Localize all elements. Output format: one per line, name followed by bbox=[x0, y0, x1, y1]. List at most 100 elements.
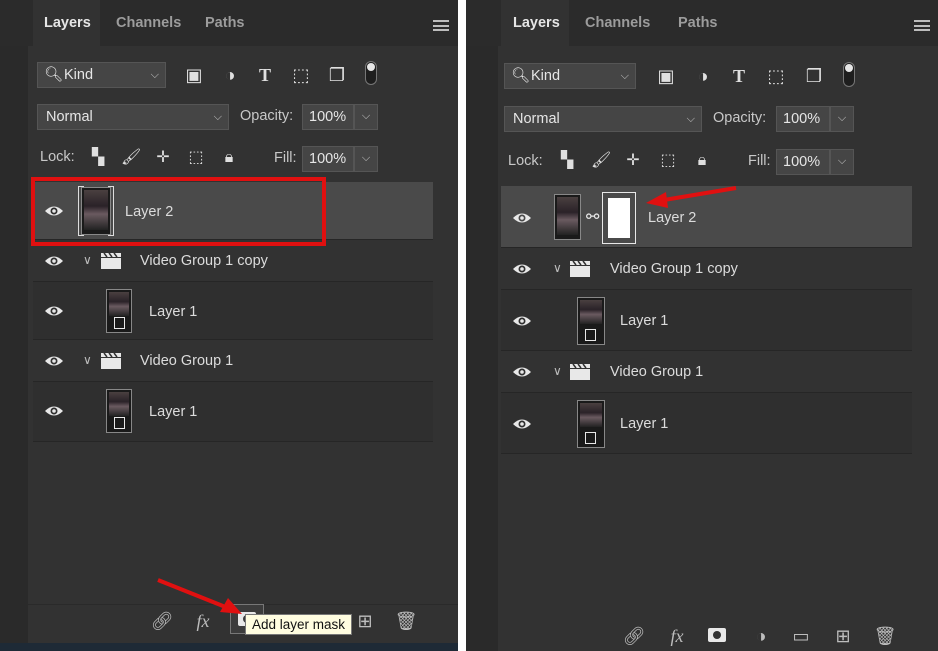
video-group-icon bbox=[570, 260, 590, 277]
type-filter-icon[interactable]: T bbox=[254, 64, 276, 86]
fill-label: Fill: bbox=[748, 153, 771, 169]
lock-paint-icon[interactable]: 🖌︎ bbox=[591, 151, 611, 171]
lock-all-icon[interactable]: 🔒︎ bbox=[692, 151, 712, 171]
adjustment-filter-icon[interactable]: ◑ bbox=[692, 65, 714, 87]
adjustment-filter-icon[interactable]: ◑ bbox=[219, 64, 241, 86]
panel-tabs: Layers Channels Paths bbox=[466, 0, 938, 46]
fill-dropdown-button[interactable]: ⌵ bbox=[354, 146, 378, 172]
opacity-dropdown-button[interactable]: ⌵ bbox=[354, 104, 378, 130]
chevron-down-icon: ⌵ bbox=[686, 113, 695, 125]
panel-menu-icon[interactable] bbox=[914, 20, 930, 31]
panel-side-strip bbox=[0, 0, 28, 651]
filter-toggle[interactable] bbox=[365, 61, 377, 85]
filter-kind-select[interactable]: 🔍︎ Kind ⌵ bbox=[504, 63, 636, 89]
chevron-down-icon[interactable]: ∨ bbox=[553, 364, 562, 378]
fill-input[interactable]: 100% bbox=[302, 146, 354, 172]
adjustment-icon[interactable]: ◑ bbox=[749, 624, 773, 648]
chevron-down-icon[interactable]: ∨ bbox=[83, 353, 92, 367]
layer-name[interactable]: Layer 1 bbox=[620, 416, 668, 432]
smart-object-filter-icon[interactable]: ❐ bbox=[803, 65, 825, 87]
trash-icon[interactable]: 🗑︎ bbox=[394, 609, 418, 633]
new-layer-icon[interactable]: ⊞ bbox=[831, 624, 855, 648]
blend-mode-select[interactable]: Normal ⌵ bbox=[37, 104, 229, 130]
visibility-eye-icon[interactable] bbox=[512, 314, 532, 328]
lock-label: Lock: bbox=[40, 149, 75, 165]
lock-artboard-icon[interactable]: ⬚ bbox=[186, 148, 206, 168]
tab-channels[interactable]: Channels bbox=[585, 0, 650, 46]
layer-row-video-group-1[interactable]: ∨ Video Group 1 bbox=[501, 351, 912, 393]
opacity-input[interactable]: 100% bbox=[776, 106, 830, 132]
trash-icon[interactable]: 🗑︎ bbox=[873, 624, 897, 648]
lock-position-icon[interactable]: ✛ bbox=[153, 148, 173, 168]
chevron-down-icon: ⌵ bbox=[150, 69, 159, 81]
layer-row-video-group-1[interactable]: ∨ Video Group 1 bbox=[33, 340, 433, 382]
layer-name[interactable]: Layer 1 bbox=[149, 304, 197, 320]
filter-kind-select[interactable]: 🔍︎ Kind ⌵ bbox=[37, 62, 166, 88]
layer-row-layer-1[interactable]: Layer 1 bbox=[501, 290, 912, 351]
layer-name[interactable]: Layer 1 bbox=[620, 313, 668, 329]
layer-row-layer-1[interactable]: Layer 1 bbox=[33, 282, 433, 340]
visibility-eye-icon[interactable] bbox=[512, 365, 532, 379]
layer-name[interactable]: Video Group 1 copy bbox=[610, 261, 738, 277]
opacity-input[interactable]: 100% bbox=[302, 104, 354, 130]
visibility-eye-icon[interactable] bbox=[44, 404, 64, 418]
blend-mode-value: Normal bbox=[46, 109, 93, 125]
visibility-eye-icon[interactable] bbox=[44, 254, 64, 268]
video-layer-thumbnail bbox=[577, 297, 605, 345]
panel-menu-icon[interactable] bbox=[433, 20, 449, 31]
opacity-dropdown-button[interactable]: ⌵ bbox=[830, 106, 854, 132]
shape-filter-icon[interactable]: ⬚ bbox=[765, 65, 787, 87]
tab-layers[interactable]: Layers bbox=[33, 0, 100, 46]
layer-row-video-group-1-copy[interactable]: ∨ Video Group 1 copy bbox=[501, 248, 912, 290]
layer-name[interactable]: Video Group 1 copy bbox=[140, 253, 268, 269]
smart-object-filter-icon[interactable]: ❐ bbox=[326, 64, 348, 86]
pixel-filter-icon[interactable]: ▣ bbox=[183, 64, 205, 86]
mask-link-icon[interactable]: ⚯ bbox=[586, 207, 599, 227]
mask-icon-hole bbox=[713, 631, 721, 639]
chevron-down-icon[interactable]: ∨ bbox=[83, 253, 92, 267]
toggle-knob bbox=[367, 63, 375, 71]
visibility-eye-icon[interactable] bbox=[44, 354, 64, 368]
lock-all-icon[interactable]: 🔒︎ bbox=[219, 148, 239, 168]
layer-row-layer-1[interactable]: Layer 1 bbox=[501, 393, 912, 454]
type-filter-icon[interactable]: T bbox=[728, 65, 750, 87]
layer-name[interactable]: Layer 1 bbox=[149, 404, 197, 420]
fill-label: Fill: bbox=[274, 150, 297, 166]
video-group-icon bbox=[101, 352, 121, 369]
shape-filter-icon[interactable]: ⬚ bbox=[290, 64, 312, 86]
lock-artboard-icon[interactable]: ⬚ bbox=[658, 151, 678, 171]
panel-side-strip bbox=[466, 0, 498, 651]
folder-icon[interactable]: ▭ bbox=[789, 624, 813, 648]
visibility-eye-icon[interactable] bbox=[512, 211, 532, 225]
visibility-eye-icon[interactable] bbox=[512, 262, 532, 276]
new-layer-icon[interactable]: ⊞ bbox=[353, 609, 377, 633]
fx-icon[interactable]: fx bbox=[665, 624, 689, 648]
lock-paint-icon[interactable]: 🖌︎ bbox=[121, 148, 141, 168]
tab-layers[interactable]: Layers bbox=[501, 0, 569, 46]
search-icon: 🔍︎ bbox=[44, 66, 64, 83]
blend-mode-select[interactable]: Normal ⌵ bbox=[504, 106, 702, 132]
lock-transparency-icon[interactable]: ▚ bbox=[557, 151, 577, 171]
video-layer-thumbnail bbox=[106, 289, 132, 333]
tab-paths[interactable]: Paths bbox=[678, 0, 718, 46]
filter-toggle[interactable] bbox=[843, 62, 855, 87]
layer-thumbnail bbox=[554, 194, 581, 240]
tab-paths[interactable]: Paths bbox=[205, 0, 245, 46]
link-icon[interactable]: 🔗︎ bbox=[622, 624, 646, 648]
pixel-filter-icon[interactable]: ▣ bbox=[655, 65, 677, 87]
highlight-box bbox=[31, 177, 326, 246]
chevron-down-icon[interactable]: ∨ bbox=[553, 261, 562, 275]
visibility-eye-icon[interactable] bbox=[512, 417, 532, 431]
lock-transparency-icon[interactable]: ▚ bbox=[88, 148, 108, 168]
lock-position-icon[interactable]: ✛ bbox=[623, 151, 643, 171]
tab-channels[interactable]: Channels bbox=[116, 0, 181, 46]
layer-name[interactable]: Video Group 1 bbox=[140, 353, 233, 369]
fill-dropdown-button[interactable]: ⌵ bbox=[830, 149, 854, 175]
layer-mask-thumbnail[interactable] bbox=[608, 198, 630, 238]
layer-name[interactable]: Video Group 1 bbox=[610, 364, 703, 380]
layer-row-video-group-1-copy[interactable]: ∨ Video Group 1 copy bbox=[33, 240, 433, 282]
mask-icon[interactable] bbox=[708, 628, 726, 642]
fill-input[interactable]: 100% bbox=[776, 149, 830, 175]
visibility-eye-icon[interactable] bbox=[44, 304, 64, 318]
layer-row-layer-1[interactable]: Layer 1 bbox=[33, 382, 433, 442]
